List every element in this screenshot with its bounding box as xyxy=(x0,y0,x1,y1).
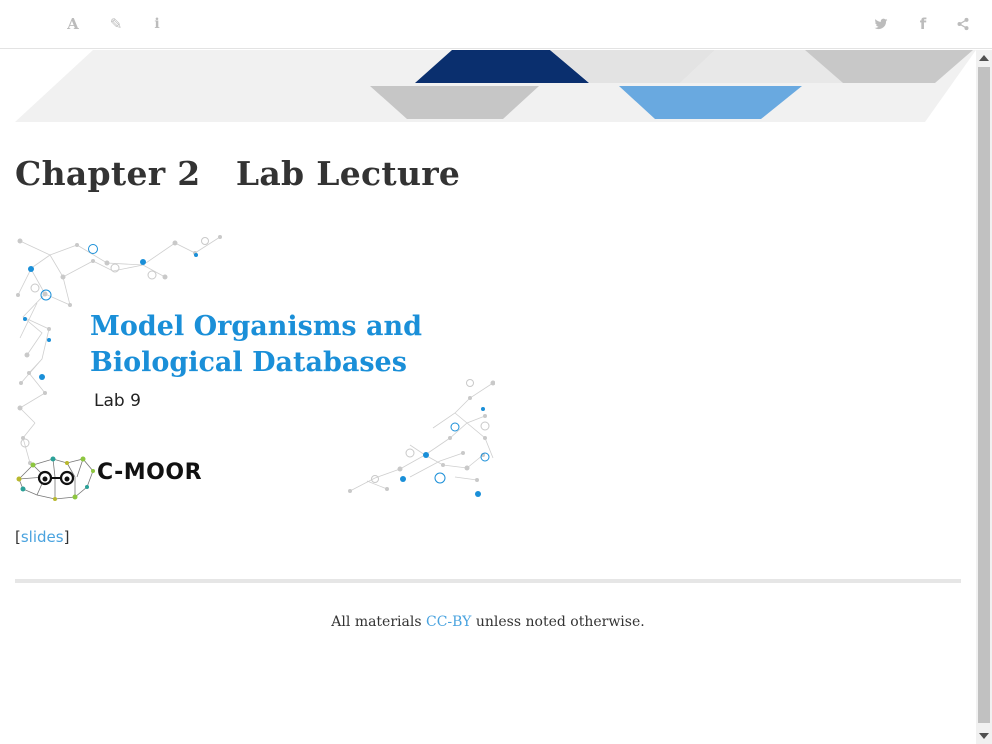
lab-slide-image: Model Organisms and Biological Databases… xyxy=(15,233,495,503)
slides-link[interactable]: slides xyxy=(21,528,64,546)
chapter-number: Chapter 2 xyxy=(15,154,201,193)
font-icon: A xyxy=(67,15,79,33)
content-divider xyxy=(15,579,961,583)
cc-by-link[interactable]: CC-BY xyxy=(426,614,471,630)
scrollbar-thumb[interactable] xyxy=(978,67,990,723)
edit-icon: ✎ xyxy=(109,15,123,33)
footer-suffix: unless noted otherwise. xyxy=(471,614,645,630)
twitter-icon xyxy=(874,18,888,30)
slide-title-line2: Biological Databases xyxy=(90,347,407,378)
font-settings-button[interactable]: A xyxy=(63,14,83,34)
facebook-icon: f xyxy=(919,15,927,33)
twitter-share-button[interactable] xyxy=(871,14,891,34)
close-bracket: ] xyxy=(63,528,70,546)
edit-button[interactable]: ✎ xyxy=(106,14,126,34)
info-button[interactable]: i xyxy=(147,14,167,34)
slide-title: Model Organisms and Biological Databases xyxy=(90,309,422,381)
slides-link-line: [slides] xyxy=(15,528,69,546)
cmoor-logo-text: C-MOOR xyxy=(97,460,203,485)
share-icon xyxy=(957,17,969,31)
slide-title-line1: Model Organisms and xyxy=(90,311,422,342)
share-button[interactable] xyxy=(953,14,973,34)
vertical-scrollbar[interactable] xyxy=(976,50,992,744)
book-toolbar: A ✎ i f xyxy=(0,0,992,49)
chapter-heading: Chapter 2 Lab Lecture xyxy=(15,154,460,193)
chapter-title: Lab Lecture xyxy=(235,154,461,193)
scroll-up-arrow-icon[interactable] xyxy=(979,55,989,61)
slide-subtitle: Lab 9 xyxy=(94,391,141,411)
info-icon: i xyxy=(154,16,160,32)
facebook-share-button[interactable]: f xyxy=(913,14,933,34)
scroll-down-arrow-icon[interactable] xyxy=(979,733,989,739)
license-footer: All materials CC-BY unless noted otherwi… xyxy=(0,614,976,630)
footer-prefix: All materials xyxy=(331,614,426,630)
chapter-banner xyxy=(15,50,976,122)
book-content: Chapter 2 Lab Lecture Model Organisms an… xyxy=(0,50,976,744)
